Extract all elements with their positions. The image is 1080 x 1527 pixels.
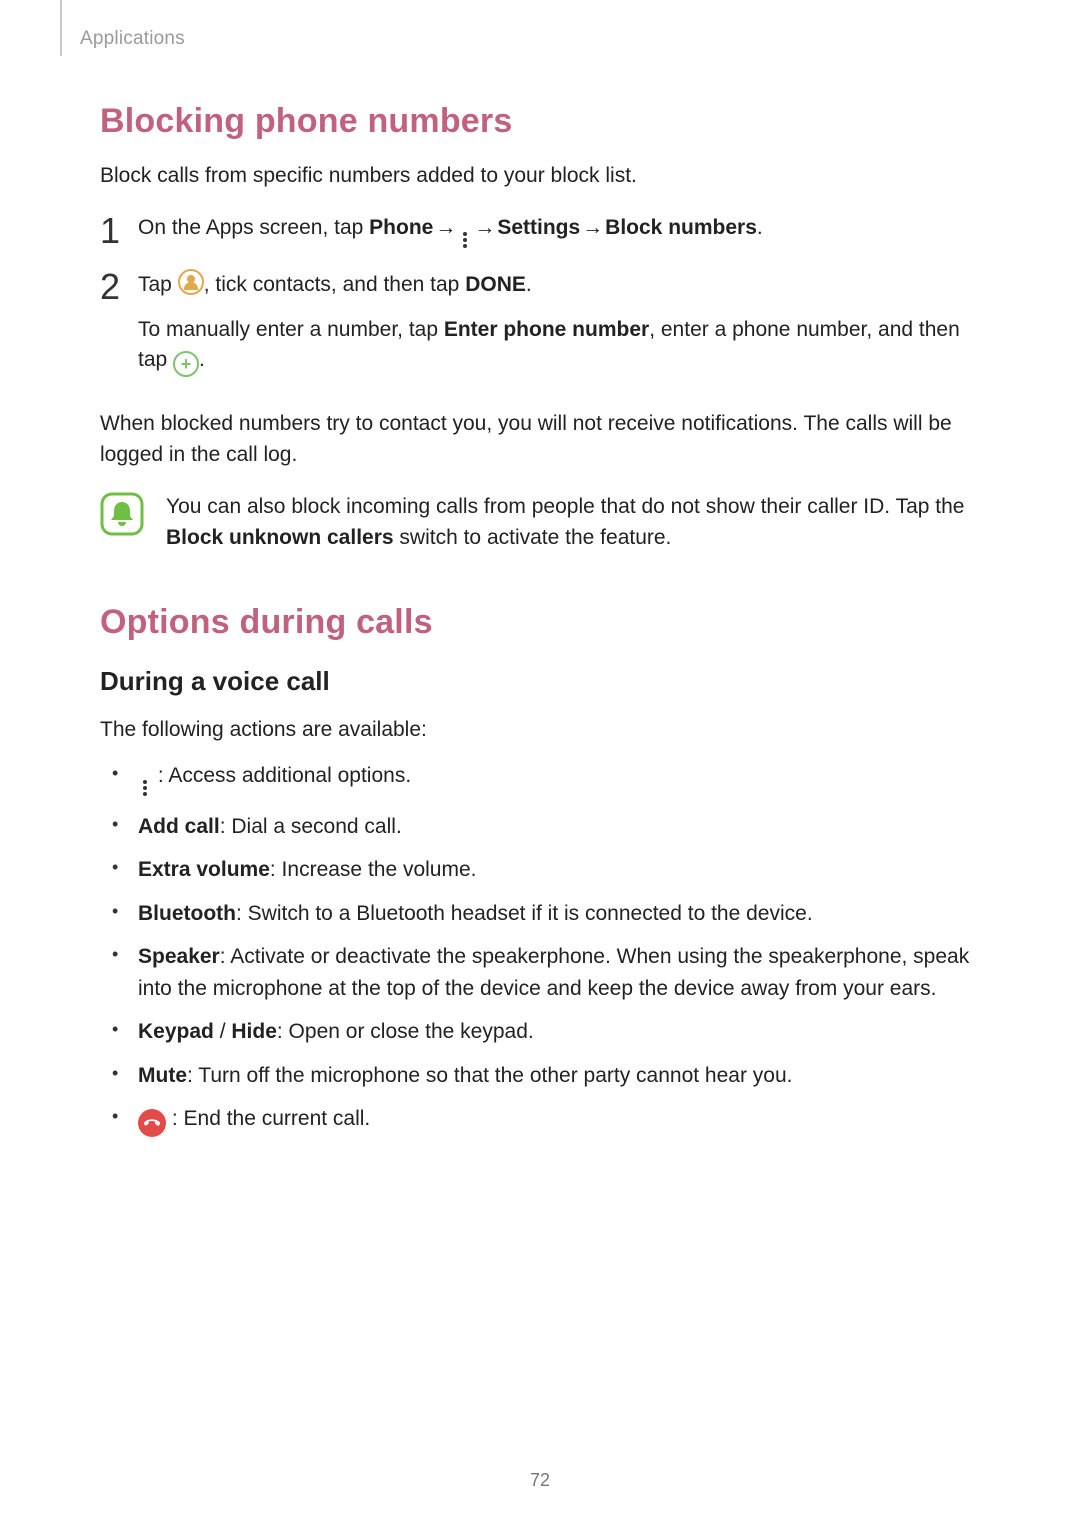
label-phone: Phone — [369, 216, 433, 239]
steps-list: 1 On the Apps screen, tap Phone → → Sett… — [100, 213, 980, 391]
list-item-more: : Access additional options. — [134, 760, 980, 799]
plus-icon: + — [173, 351, 199, 377]
note-post: switch to activate the feature. — [394, 526, 672, 549]
label-speaker: Speaker — [138, 945, 220, 968]
label-enter-phone-number: Enter phone number — [444, 318, 649, 341]
label-add-call: Add call — [138, 815, 220, 838]
more-text: : Access additional options. — [152, 764, 411, 787]
list-item-mute: Mute: Turn off the microphone so that th… — [134, 1060, 980, 1092]
list-item-bluetooth: Bluetooth: Switch to a Bluetooth headset… — [134, 898, 980, 930]
end-call-text: : End the current call. — [166, 1107, 370, 1130]
list-item-extra-volume: Extra volume: Increase the volume. — [134, 854, 980, 886]
note-pre: You can also block incoming calls from p… — [166, 495, 964, 518]
step-2-line1-mid: , tick contacts, and then tap — [204, 273, 466, 296]
label-done: DONE — [465, 273, 526, 296]
step-2-line2-end: . — [199, 348, 205, 371]
label-block-numbers: Block numbers — [605, 216, 757, 239]
step-1-text-pre: On the Apps screen, tap — [138, 216, 369, 239]
label-mute: Mute — [138, 1064, 187, 1087]
arrow-icon: → — [433, 213, 458, 243]
header-rule — [60, 0, 62, 56]
page-number: 72 — [530, 1470, 550, 1491]
extra-volume-text: : Increase the volume. — [270, 858, 477, 881]
end-call-icon — [138, 1109, 166, 1137]
contact-icon — [178, 269, 204, 295]
step-1-body: On the Apps screen, tap Phone → → Settin… — [138, 213, 980, 251]
note-bell-icon — [100, 492, 144, 536]
more-options-icon — [138, 777, 152, 799]
arrow-icon: → — [580, 213, 605, 243]
step-2-body: Tap , tick contacts, and then tap DONE. … — [138, 269, 980, 391]
step-2-line1-end: . — [526, 273, 532, 296]
list-item-speaker: Speaker: Activate or deactivate the spea… — [134, 941, 980, 1004]
list-item-end-call: : End the current call. — [134, 1103, 980, 1137]
heading-options-during-calls: Options during calls — [100, 603, 980, 642]
keypad-sep: / — [214, 1020, 232, 1043]
after-steps-paragraph: When blocked numbers try to contact you,… — [100, 409, 980, 470]
step-2-line1-pre: Tap — [138, 273, 178, 296]
heading-blocking-phone-numbers: Blocking phone numbers — [100, 102, 980, 141]
list-item-add-call: Add call: Dial a second call. — [134, 811, 980, 843]
arrow-icon: → — [472, 213, 497, 243]
label-extra-volume: Extra volume — [138, 858, 270, 881]
keypad-text: : Open or close the keypad. — [277, 1020, 534, 1043]
note-block: You can also block incoming calls from p… — [100, 492, 980, 553]
page: Applications Blocking phone numbers Bloc… — [0, 0, 1080, 1527]
mute-text: : Turn off the microphone so that the ot… — [187, 1064, 792, 1087]
speaker-text: : Activate or deactivate the speakerphon… — [138, 945, 969, 1000]
actions-intro: The following actions are available: — [100, 715, 980, 745]
note-text: You can also block incoming calls from p… — [166, 492, 980, 553]
step-number-1: 1 — [100, 213, 138, 249]
label-hide: Hide — [231, 1020, 277, 1043]
breadcrumb: Applications — [80, 28, 980, 50]
bluetooth-text: : Switch to a Bluetooth headset if it is… — [236, 902, 813, 925]
label-block-unknown-callers: Block unknown callers — [166, 526, 394, 549]
label-settings: Settings — [497, 216, 580, 239]
step-1: 1 On the Apps screen, tap Phone → → Sett… — [100, 213, 980, 251]
label-bluetooth: Bluetooth — [138, 902, 236, 925]
label-keypad: Keypad — [138, 1020, 214, 1043]
add-call-text: : Dial a second call. — [220, 815, 402, 838]
actions-list: : Access additional options. Add call: D… — [100, 760, 980, 1138]
step-2-line2-pre: To manually enter a number, tap — [138, 318, 444, 341]
step-number-2: 2 — [100, 269, 138, 305]
list-item-keypad: Keypad / Hide: Open or close the keypad. — [134, 1016, 980, 1048]
intro-paragraph: Block calls from specific numbers added … — [100, 161, 980, 191]
step-2: 2 Tap , tick contacts, and then tap DONE… — [100, 269, 980, 391]
step-1-end: . — [757, 216, 763, 239]
subheading-during-voice-call: During a voice call — [100, 666, 980, 697]
more-options-icon — [458, 229, 472, 251]
